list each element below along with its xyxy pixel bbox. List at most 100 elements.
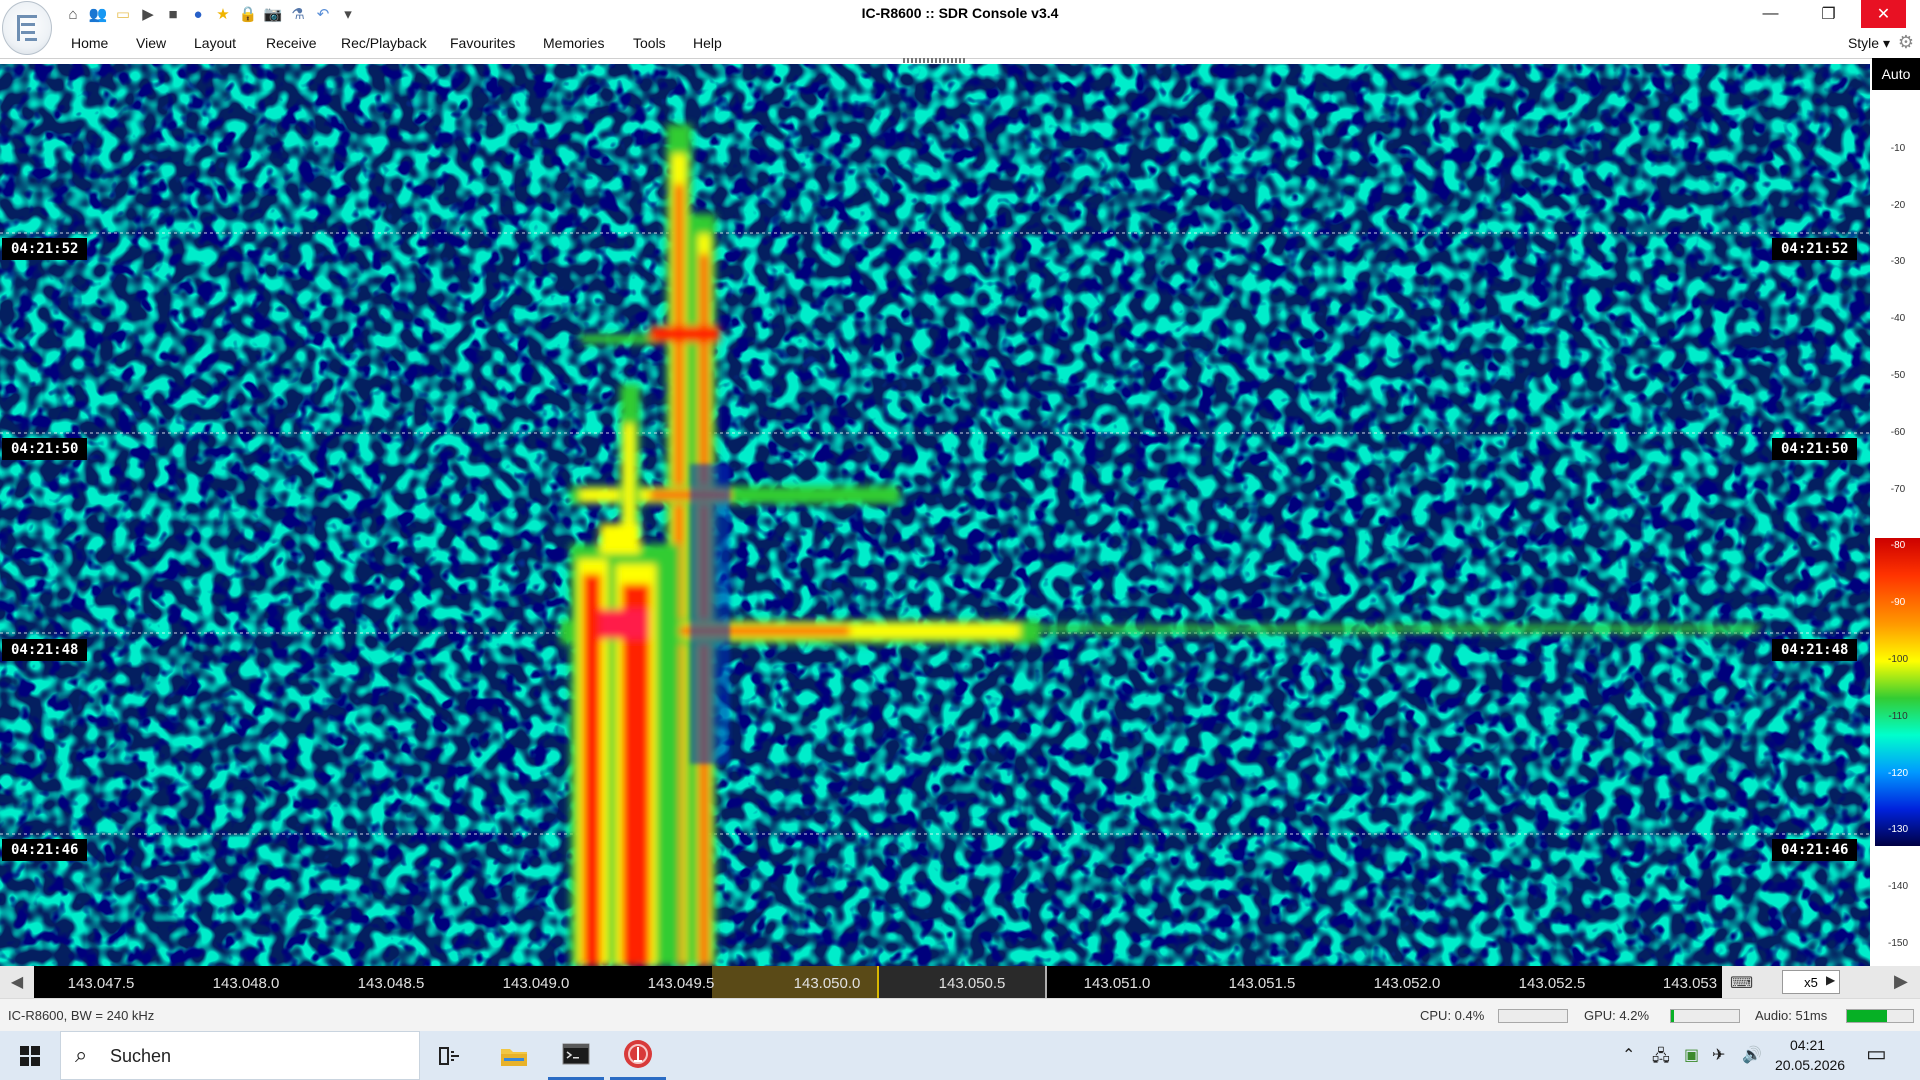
scale-tick: -60 [1890, 427, 1906, 438]
cpu-meter [1498, 1009, 1568, 1023]
volume-icon[interactable]: 🔊 [1742, 1045, 1762, 1065]
menu-help[interactable]: Help [693, 35, 722, 51]
ruler-controls: ⌨ x5 ▶ ▶ [1722, 966, 1920, 998]
title-bar: ⌂ 👥 ▭ ▶ ■ ● ★ 🔒 📷 ⚗ ↶ ▾ IC-R8600 :: SDR Console v3.… [0, 0, 1920, 55]
time-label-left: 04:21:50 [2, 438, 88, 460]
frequency-ruler[interactable]: ◀ 143.047.5 143.048.0 143.048.5 143.049.… [0, 966, 1920, 998]
window-title: IC-R8600 :: SDR Console v3.4 [861, 5, 1059, 21]
frequency-label: 143.047.5 [67, 975, 135, 992]
menu-memories[interactable]: Memories [543, 35, 604, 51]
frequency-label: 143.049.5 [647, 975, 715, 992]
time-label-right: 04:21:46 [1772, 839, 1858, 861]
frequency-label: 143.053 [1662, 975, 1718, 992]
scale-tick: -90 [1890, 597, 1906, 608]
taskbar-terminal[interactable] [548, 1031, 604, 1080]
scale-tick: -40 [1890, 313, 1906, 324]
keyboard-icon[interactable]: ⌨ [1730, 973, 1753, 993]
time-label-right: 04:21:52 [1772, 238, 1858, 260]
taskbar-search[interactable]: ⌕ Suchen [60, 1031, 420, 1080]
task-view-icon [439, 1046, 459, 1065]
sdr-console-app-icon [624, 1040, 652, 1068]
menu-rec-playback[interactable]: Rec/Playback [341, 35, 427, 51]
gpu-meter [1670, 1009, 1740, 1023]
app-menu-logo-icon[interactable] [2, 1, 52, 55]
menu-favourites[interactable]: Favourites [450, 35, 515, 51]
status-bar: IC-R8600, BW = 240 kHz CPU: 0.4% GPU: 4.… [0, 998, 1920, 1032]
frequency-label: 143.052.5 [1518, 975, 1586, 992]
clock-time[interactable]: 04:21 [1790, 1037, 1825, 1053]
time-label-right: 04:21:50 [1772, 438, 1858, 460]
chevron-down-icon: ▾ [1882, 35, 1890, 51]
cpu-usage-label: CPU: 0.4% [1420, 1008, 1485, 1023]
time-label-left: 04:21:46 [2, 839, 88, 861]
time-label-right: 04:21:48 [1772, 639, 1858, 661]
windows-taskbar: ⌕ Suchen ⌃ 🖧 ▣ ✈ 🔊 04:21 20.05.2026 ▭ [0, 1031, 1920, 1080]
clock-date[interactable]: 20.05.2026 [1775, 1057, 1845, 1073]
scale-tick: -80 [1890, 540, 1906, 551]
taskbar-sdr-console[interactable] [610, 1031, 666, 1080]
frequency-label: 143.050.0 [793, 975, 861, 992]
scale-tick: -20 [1890, 200, 1906, 211]
scroll-right-icon[interactable]: ▶ [1894, 971, 1908, 992]
time-label-left: 04:21:48 [2, 639, 88, 661]
restore-button[interactable]: ❐ [1806, 0, 1851, 28]
frequency-label: 143.048.5 [357, 975, 425, 992]
frequency-label: 143.048.0 [212, 975, 280, 992]
panel-resize-grip[interactable] [903, 58, 965, 63]
network-icon[interactable]: 🖧 [1652, 1045, 1670, 1072]
band-edge-marker [1045, 966, 1047, 998]
show-hidden-icons-icon[interactable]: ⌃ [1622, 1045, 1635, 1065]
start-button[interactable] [0, 1031, 60, 1080]
task-view-button[interactable] [422, 1031, 478, 1080]
menu-bar: Home View Layout Receive Rec/Playback Fa… [0, 29, 1920, 59]
folder-icon [501, 1048, 527, 1066]
nvidia-icon[interactable]: ▣ [1684, 1045, 1699, 1065]
gpu-usage-label: GPU: 4.2% [1584, 1008, 1650, 1023]
gear-icon[interactable]: ⚙ [1898, 32, 1914, 53]
audio-meter-fill [1847, 1010, 1887, 1022]
style-dropdown[interactable]: Style ▾ [1848, 35, 1890, 52]
frequency-label: 143.051.0 [1083, 975, 1151, 992]
zoom-value: x5 [1804, 974, 1818, 990]
frequency-label: 143.051.5 [1228, 975, 1296, 992]
frequency-label: 143.052.0 [1373, 975, 1441, 992]
color-palette-bar[interactable] [1875, 538, 1920, 846]
scroll-left-icon[interactable]: ◀ [0, 966, 34, 998]
style-label: Style [1847, 35, 1880, 51]
scale-tick: -100 [1887, 654, 1908, 665]
minimize-button[interactable]: — [1748, 0, 1793, 28]
zoom-next-icon[interactable]: ▶ [1826, 973, 1835, 987]
scale-tick: -110 [1888, 711, 1908, 722]
waterfall-spectrogram [0, 64, 1870, 966]
search-icon: ⌕ [75, 1042, 88, 1067]
gpu-meter-fill [1671, 1010, 1674, 1022]
scale-tick: -30 [1890, 256, 1906, 267]
menu-home[interactable]: Home [71, 35, 108, 51]
audio-latency-label: Audio: 51ms [1755, 1008, 1828, 1023]
terminal-icon [562, 1043, 590, 1065]
notifications-icon[interactable]: ▭ [1866, 1041, 1887, 1067]
scale-tick: -130 [1887, 824, 1908, 835]
audio-meter [1846, 1009, 1914, 1023]
scale-tick: -120 [1887, 768, 1908, 779]
menu-receive[interactable]: Receive [266, 35, 317, 51]
frequency-label: 143.049.0 [502, 975, 570, 992]
taskbar-file-explorer[interactable] [486, 1031, 542, 1080]
scale-auto-button[interactable]: Auto [1872, 58, 1920, 90]
menu-tools[interactable]: Tools [633, 35, 666, 51]
search-placeholder: Suchen [110, 1046, 172, 1066]
scale-tick: -140 [1887, 881, 1908, 892]
frequency-label: 143.050.5 [938, 975, 1006, 992]
windows-logo-icon [20, 1045, 40, 1066]
menu-view[interactable]: View [136, 35, 166, 51]
menu-layout[interactable]: Layout [194, 35, 236, 51]
airplane-mode-icon[interactable]: ✈ [1712, 1045, 1725, 1065]
close-button[interactable]: ✕ [1861, 0, 1906, 28]
radio-status: IC-R8600, BW = 240 kHz [8, 1008, 155, 1023]
waterfall-display[interactable]: 04:21:52 04:21:50 04:21:48 04:21:46 04:2… [0, 64, 1870, 966]
tuned-frequency-marker[interactable] [877, 966, 879, 998]
scale-tick: -150 [1887, 938, 1908, 949]
scale-tick: -50 [1890, 370, 1906, 381]
scale-tick: -10 [1890, 143, 1906, 154]
time-label-left: 04:21:52 [2, 238, 88, 260]
